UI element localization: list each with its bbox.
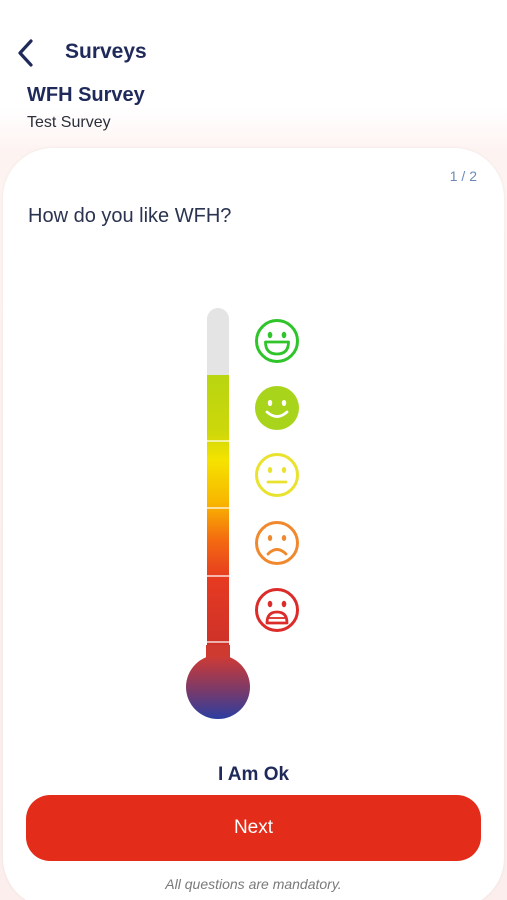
- next-button-label: Next: [233, 817, 274, 838]
- thermometer-bulb: [186, 655, 250, 719]
- mandatory-note: All questions are mandatory.: [165, 876, 342, 892]
- thermometer-fill: [207, 375, 229, 658]
- next-button[interactable]: Next: [26, 795, 481, 861]
- laughing-face-icon[interactable]: [254, 318, 300, 364]
- neutral-face-icon[interactable]: [254, 452, 300, 498]
- selected-answer-label: I Am Ok: [217, 764, 290, 785]
- smiling-face-icon[interactable]: [254, 385, 300, 431]
- frowning-face-icon[interactable]: [254, 520, 300, 566]
- sad-face-icon[interactable]: [254, 587, 300, 633]
